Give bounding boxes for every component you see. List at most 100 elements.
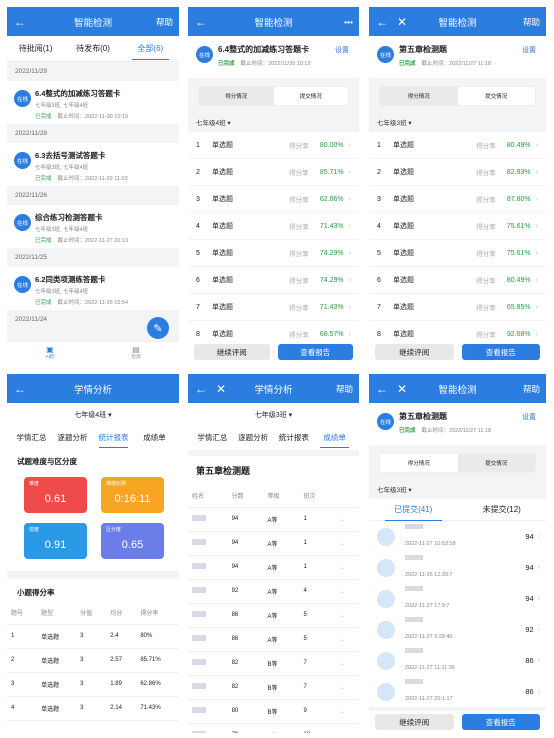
seg-score[interactable]: 得分情况 xyxy=(199,87,274,105)
back-arrow-icon[interactable]: ← xyxy=(13,382,27,396)
chevron-down-icon[interactable]: ⌄ xyxy=(335,531,359,556)
class-selector[interactable]: 七年级3班 ▾ xyxy=(369,481,546,499)
close-icon[interactable]: ✕ xyxy=(395,382,409,396)
table-row[interactable]: 82 B等 7 ⌄ xyxy=(188,651,359,676)
tab-per-question[interactable]: 逐题分析 xyxy=(233,427,274,448)
assignment-card[interactable]: 在线 6.3去括号测试答题卡 七年级3班, 七年级4班 已完成 截止时间：2022-11… xyxy=(7,143,179,186)
class-selector[interactable]: 七年级3班 ▾ xyxy=(369,114,546,132)
close-icon[interactable]: ✕ xyxy=(395,15,409,29)
class-selector[interactable]: 七年级4班 ▾ xyxy=(188,114,359,132)
continue-review-button[interactable]: 继续评阅 xyxy=(375,714,454,730)
assignment-card[interactable]: 在线 6.4整式的加减练习答题卡 七年级3班, 七年级4班 已完成 截止时间：2022-… xyxy=(7,81,179,124)
table-row[interactable]: 86 A等 5 ⌄ xyxy=(188,603,359,628)
question-row[interactable]: 5 单选题 得分率 75.61% › xyxy=(369,240,546,267)
tab-submitted[interactable]: 已提交(41) xyxy=(369,498,458,521)
class-selector[interactable]: 七年级3班 ▾ xyxy=(188,403,359,423)
close-icon[interactable]: ✕ xyxy=(214,382,228,396)
tab-not-submitted[interactable]: 未提交(12) xyxy=(458,498,547,521)
table-row[interactable]: 79B等10⌄ xyxy=(188,723,359,733)
question-row[interactable]: 2 单选题 得分率 85.71% › xyxy=(188,159,359,186)
question-row[interactable]: 7 单选题 得分率 71.43% › xyxy=(188,294,359,321)
nav-ai-check[interactable]: ▣ AI检 xyxy=(7,342,93,363)
assignment-card[interactable]: 在线 综合练习检测答题卡 七年级3班, 七年级4班 已完成 截止时间：2022-11-2… xyxy=(7,205,179,248)
question-row[interactable]: 6 单选题 得分率 80.49% › xyxy=(369,267,546,294)
table-row[interactable]: 82 B等 7 ⌄ xyxy=(188,675,359,700)
back-arrow-icon[interactable]: ← xyxy=(375,382,389,396)
tab-per-question[interactable]: 逐题分析 xyxy=(52,427,93,448)
student-row[interactable]: 2022-11-27 11:11:36 86 › xyxy=(369,645,546,676)
chevron-down-icon[interactable]: ⌄ xyxy=(335,555,359,580)
student-row[interactable]: 2022-11-27 17:9:7 94 › xyxy=(369,583,546,614)
question-row[interactable]: 1 单选题 得分率 80.49% › xyxy=(369,132,546,159)
chevron-down-icon[interactable]: ⌄ xyxy=(335,675,359,700)
view-report-button[interactable]: 查看报告 xyxy=(461,714,540,730)
student-name-cell xyxy=(188,579,228,604)
question-row[interactable]: 2 单选题 得分率 82.93% › xyxy=(369,159,546,186)
help-link[interactable]: 帮助 xyxy=(336,383,353,395)
redacted-name xyxy=(405,554,423,560)
more-icon[interactable]: ••• xyxy=(344,17,353,27)
help-link[interactable]: 帮助 xyxy=(523,16,540,28)
chevron-down-icon[interactable]: ⌄ xyxy=(335,651,359,676)
edit-fab-button[interactable]: ✎ xyxy=(147,317,169,339)
tab-pending-review[interactable]: 待批阅(1) xyxy=(7,37,64,60)
seg-score[interactable]: 得分情况 xyxy=(380,454,458,472)
tab-stats-report[interactable]: 统计报表 xyxy=(274,427,315,448)
seg-submission[interactable]: 提交情况 xyxy=(457,454,535,472)
assignment-card[interactable]: 在线 6.2同类项测练答题卡 七年级3班, 七年级4班 已完成 截止时间：2022-11… xyxy=(7,267,179,310)
table-cell: 80 xyxy=(227,699,264,724)
tab-scores[interactable]: 成绩单 xyxy=(314,427,355,448)
continue-review-button[interactable]: 继续评阅 xyxy=(375,344,454,360)
continue-review-button[interactable]: 继续评阅 xyxy=(194,344,270,360)
settings-link[interactable]: 设置 xyxy=(335,45,349,55)
chevron-right-icon: › xyxy=(348,168,351,176)
settings-link[interactable]: 设置 xyxy=(522,45,536,55)
chevron-down-icon[interactable]: ⌄ xyxy=(335,507,359,532)
question-row[interactable]: 4 单选题 得分率 75.61% › xyxy=(369,213,546,240)
help-link[interactable]: 帮助 xyxy=(523,383,540,395)
view-report-button[interactable]: 查看报告 xyxy=(277,344,353,360)
chevron-down-icon[interactable]: ⌄ xyxy=(335,627,359,652)
tab-all[interactable]: 全部(6) xyxy=(122,37,179,60)
student-row[interactable]: 2022-11-27 10:53:58 94 › xyxy=(369,521,546,552)
back-arrow-icon[interactable]: ← xyxy=(194,15,208,29)
student-row[interactable]: 2022-11-27 20:1:17 86 › xyxy=(369,676,546,707)
student-row[interactable]: 2022-11-27 9:28:40 92 › xyxy=(369,614,546,645)
question-row[interactable]: 6 单选题 得分率 74.29% › xyxy=(188,267,359,294)
table-row[interactable]: 94 A等 1 ⌄ xyxy=(188,555,359,580)
rate-value: 80.49% xyxy=(506,141,531,149)
chevron-down-icon[interactable]: ⌄ xyxy=(335,603,359,628)
chevron-down-icon[interactable]: ⌄ xyxy=(335,699,359,724)
tab-scores[interactable]: 成绩单 xyxy=(134,427,175,448)
question-row[interactable]: 7 单选题 得分率 65.85% › xyxy=(369,294,546,321)
class-selector[interactable]: 七年级4班 ▾ xyxy=(7,403,179,423)
settings-link[interactable]: 设置 xyxy=(522,412,536,422)
help-link[interactable]: 帮助 xyxy=(156,16,173,28)
back-arrow-icon[interactable]: ← xyxy=(194,382,208,396)
online-badge: 在线 xyxy=(196,46,213,63)
question-row[interactable]: 1 单选题 得分率 80.00% › xyxy=(188,132,359,159)
tab-summary[interactable]: 学情汇总 xyxy=(192,427,233,448)
back-arrow-icon[interactable]: ← xyxy=(13,15,27,29)
table-row[interactable]: 86 A等 5 ⌄ xyxy=(188,627,359,652)
table-row[interactable]: 80 B等 9 ⌄ xyxy=(188,699,359,724)
question-row[interactable]: 5 单选题 得分率 74.29% › xyxy=(188,240,359,267)
seg-submission[interactable]: 提交情况 xyxy=(458,87,536,105)
tab-pending-publish[interactable]: 待发布(0) xyxy=(64,37,121,60)
view-report-button[interactable]: 查看报告 xyxy=(461,344,540,360)
table-row[interactable]: 94 A等 1 ⌄ xyxy=(188,507,359,532)
tab-stats-report[interactable]: 统计报表 xyxy=(93,427,134,448)
nav-detect[interactable]: ▤ 检测 xyxy=(93,342,179,363)
seg-submission[interactable]: 提交情况 xyxy=(274,87,349,105)
chevron-down-icon[interactable]: ⌄ xyxy=(335,579,359,604)
chevron-down-icon[interactable]: ⌄ xyxy=(335,723,359,733)
question-row[interactable]: 3 单选题 得分率 62.86% › xyxy=(188,186,359,213)
tab-summary[interactable]: 学情汇总 xyxy=(11,427,52,448)
seg-score[interactable]: 得分情况 xyxy=(380,87,458,105)
question-row[interactable]: 3 单选题 得分率 87.80% › xyxy=(369,186,546,213)
table-row[interactable]: 92 A等 4 ⌄ xyxy=(188,579,359,604)
question-row[interactable]: 4 单选题 得分率 71.43% › xyxy=(188,213,359,240)
table-row[interactable]: 94 A等 1 ⌄ xyxy=(188,531,359,556)
back-arrow-icon[interactable]: ← xyxy=(375,15,389,29)
student-row[interactable]: 2022-11-26 12:39:7 94 › xyxy=(369,552,546,583)
